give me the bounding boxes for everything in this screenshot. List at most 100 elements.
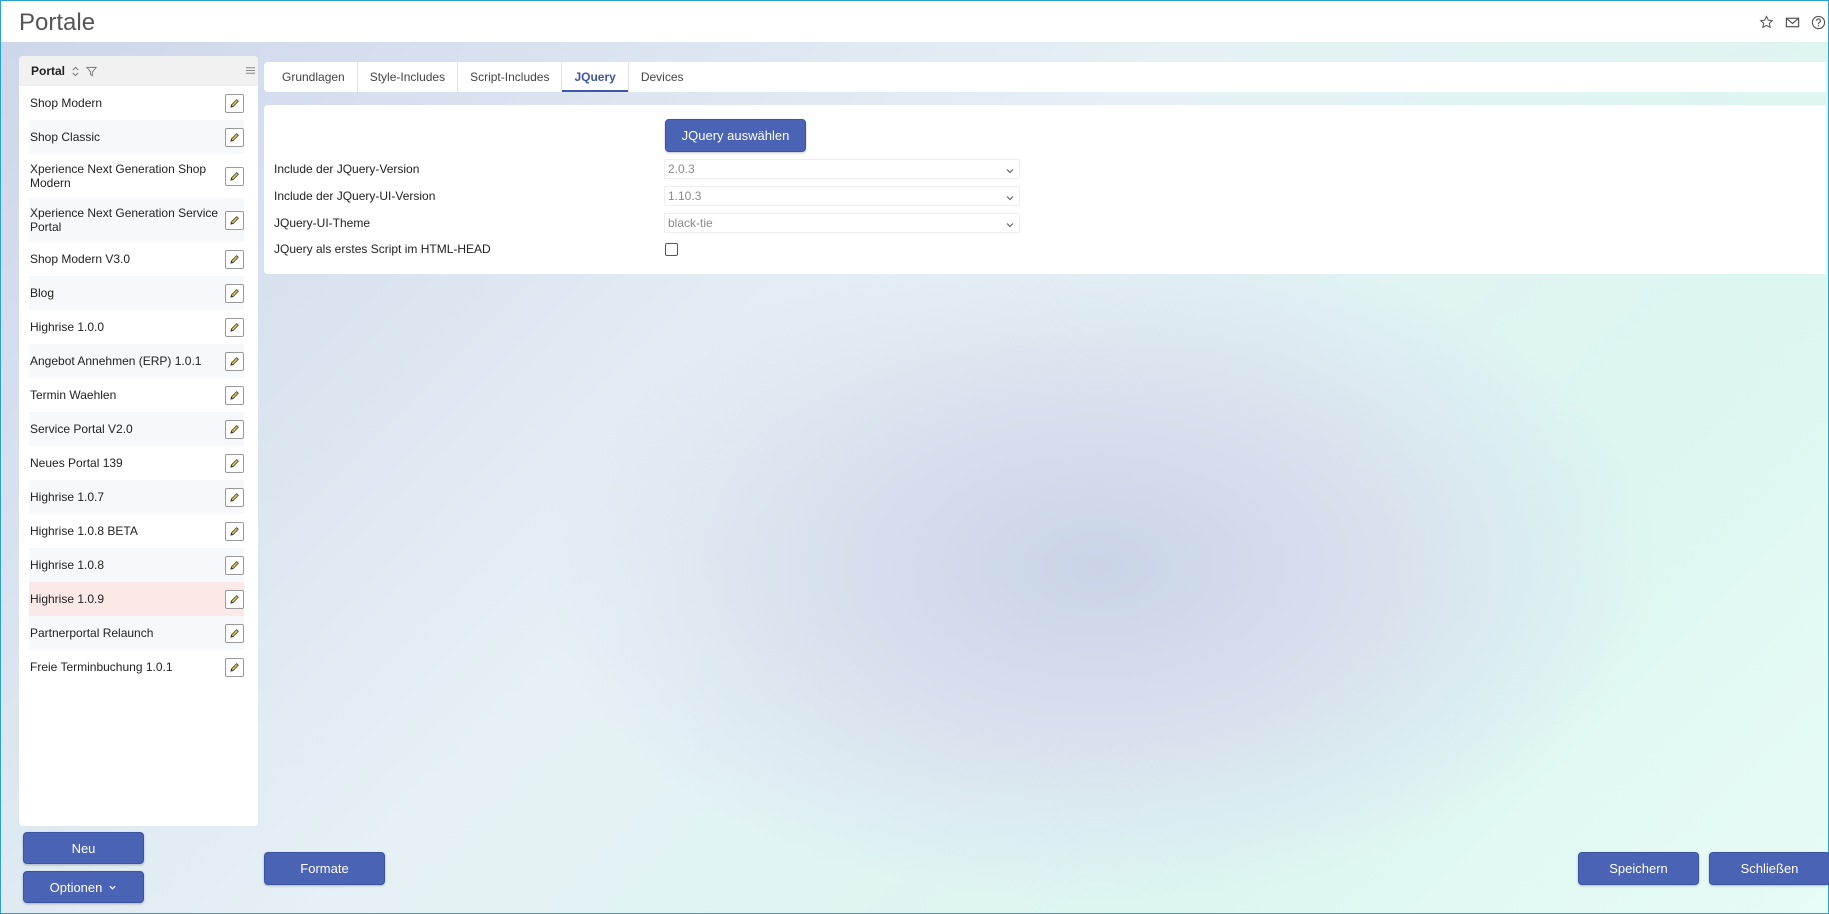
portal-list-item-label: Xperience Next Generation Service Portal — [30, 206, 219, 234]
portal-list-item[interactable]: Xperience Next Generation Service Portal — [29, 198, 244, 242]
options-button[interactable]: Optionen — [23, 871, 144, 903]
portal-list-item[interactable]: Neues Portal 139 — [29, 446, 244, 480]
pencil-icon — [230, 356, 239, 366]
pencil-icon — [230, 288, 239, 298]
edit-button[interactable] — [225, 166, 244, 186]
edit-button[interactable] — [225, 623, 244, 643]
jquery-ui-version-value: 1.10.3 — [668, 189, 702, 203]
edit-button[interactable] — [225, 249, 244, 269]
jquery-select-button[interactable]: JQuery auswählen — [665, 119, 806, 152]
portal-list-item-label: Freie Terminbuchung 1.0.1 — [30, 660, 173, 674]
star-icon[interactable] — [1756, 13, 1776, 31]
pencil-icon — [230, 526, 239, 536]
options-button-label: Optionen — [49, 879, 103, 895]
pencil-icon — [230, 594, 239, 604]
pencil-icon — [230, 171, 239, 181]
portal-list-item[interactable]: Shop Modern V3.0 — [29, 242, 244, 276]
portal-list-item-label: Highrise 1.0.8 BETA — [30, 524, 138, 538]
edit-button[interactable] — [225, 93, 244, 113]
portal-column-label[interactable]: Portal — [31, 64, 65, 78]
edit-button[interactable] — [225, 453, 244, 473]
edit-button[interactable] — [225, 419, 244, 439]
pencil-icon — [230, 390, 239, 400]
edit-button[interactable] — [225, 317, 244, 337]
portal-list-item[interactable]: Blog — [29, 276, 244, 310]
portal-list-item[interactable]: Angebot Annehmen (ERP) 1.0.1 — [29, 344, 244, 378]
portal-list-item[interactable]: Partnerportal Relaunch — [29, 616, 244, 650]
filter-icon[interactable] — [86, 66, 98, 77]
edit-button[interactable] — [225, 127, 244, 147]
jquery-ui-theme-select[interactable]: black-tie — [664, 213, 1020, 233]
portal-list-item-label: Shop Modern V3.0 — [30, 252, 131, 266]
column-menu-icon[interactable] — [245, 65, 256, 79]
jquery-ui-theme-value: black-tie — [668, 216, 713, 230]
jquery-version-value: 2.0.3 — [668, 162, 695, 176]
tab-devices[interactable]: Devices — [629, 62, 696, 92]
portal-list-item[interactable]: Termin Waehlen — [29, 378, 244, 412]
new-button[interactable]: Neu — [23, 832, 144, 864]
first-script-checkbox[interactable] — [665, 243, 678, 256]
close-button[interactable]: Schließen — [1709, 852, 1829, 885]
edit-button[interactable] — [225, 589, 244, 609]
portal-list-item[interactable]: Highrise 1.0.0 — [29, 310, 244, 344]
edit-button[interactable] — [225, 487, 244, 507]
portal-list-item-label: Angebot Annehmen (ERP) 1.0.1 — [30, 354, 202, 368]
tab-bar: Grundlagen Style-Includes Script-Includes J… — [264, 62, 1826, 92]
portal-list-item[interactable]: Highrise 1.0.7 — [29, 480, 244, 514]
portal-list-item-label: Highrise 1.0.8 — [30, 558, 105, 572]
help-icon[interactable] — [1808, 13, 1828, 31]
pencil-icon — [230, 628, 239, 638]
chevron-down-icon — [1005, 165, 1015, 179]
jquery-ui-version-label: Include der JQuery-UI-Version — [274, 189, 436, 203]
edit-button[interactable] — [225, 657, 244, 677]
edit-button[interactable] — [225, 210, 244, 230]
first-script-label: JQuery als erstes Script im HTML-HEAD — [274, 242, 491, 256]
sort-icon[interactable] — [70, 66, 81, 77]
jquery-version-select[interactable]: 2.0.3 — [664, 159, 1020, 179]
portal-list-item-label: Highrise 1.0.7 — [30, 490, 105, 504]
pencil-icon — [230, 662, 239, 672]
pencil-icon — [230, 254, 239, 264]
jquery-settings-panel: JQuery auswählen Include der JQuery-Vers… — [264, 105, 1826, 274]
portal-list-item-label: Xperience Next Generation Shop Modern — [30, 162, 207, 190]
edit-button[interactable] — [225, 283, 244, 303]
formate-button[interactable]: Formate — [264, 852, 385, 885]
portal-list-item-label: Termin Waehlen — [30, 388, 117, 402]
portal-list-item[interactable]: Service Portal V2.0 — [29, 412, 244, 446]
portal-list-item-label: Highrise 1.0.9 — [30, 592, 105, 606]
portal-list-item-label: Blog — [30, 286, 55, 300]
portal-list-item[interactable]: Freie Terminbuchung 1.0.1 — [29, 650, 244, 684]
portal-list-item[interactable]: Highrise 1.0.9 — [29, 582, 244, 616]
pencil-icon — [230, 492, 239, 502]
tab-grundlagen[interactable]: Grundlagen — [270, 62, 358, 92]
portal-list-item[interactable]: Shop Classic — [29, 120, 244, 154]
mail-icon[interactable] — [1782, 13, 1802, 31]
portal-list-item[interactable]: Shop Modern — [29, 86, 244, 120]
portal-list-item[interactable]: Highrise 1.0.8 — [29, 548, 244, 582]
pencil-icon — [230, 132, 239, 142]
portal-list-item[interactable]: Highrise 1.0.8 BETA — [29, 514, 244, 548]
pencil-icon — [230, 560, 239, 570]
jquery-ui-theme-label: JQuery-UI-Theme — [274, 216, 371, 230]
portal-list-item-label: Highrise 1.0.0 — [30, 320, 105, 334]
edit-button[interactable] — [225, 351, 244, 371]
edit-button[interactable] — [225, 555, 244, 575]
save-button[interactable]: Speichern — [1578, 852, 1699, 885]
pencil-icon — [230, 215, 239, 225]
tab-script-includes[interactable]: Script-Includes — [458, 62, 563, 92]
pencil-icon — [230, 424, 239, 434]
portal-list-item-label: Partnerportal Relaunch — [30, 626, 154, 640]
portal-list-header: Portal — [19, 56, 258, 86]
top-bar: Portale — [1, 1, 1828, 42]
edit-button[interactable] — [225, 385, 244, 405]
portal-list: Shop Modern Shop Classic Xperience Next Ge… — [19, 86, 258, 684]
portal-list-item[interactable]: Xperience Next Generation Shop Modern — [29, 154, 244, 198]
pencil-icon — [230, 98, 239, 108]
tab-jquery[interactable]: JQuery — [562, 62, 629, 92]
edit-button[interactable] — [225, 521, 244, 541]
portal-list-item-label: Service Portal V2.0 — [30, 422, 133, 436]
tab-style-includes[interactable]: Style-Includes — [358, 62, 459, 92]
portal-list-item-label: Shop Classic — [30, 130, 101, 144]
jquery-version-label: Include der JQuery-Version — [274, 162, 420, 176]
jquery-ui-version-select[interactable]: 1.10.3 — [664, 186, 1020, 206]
